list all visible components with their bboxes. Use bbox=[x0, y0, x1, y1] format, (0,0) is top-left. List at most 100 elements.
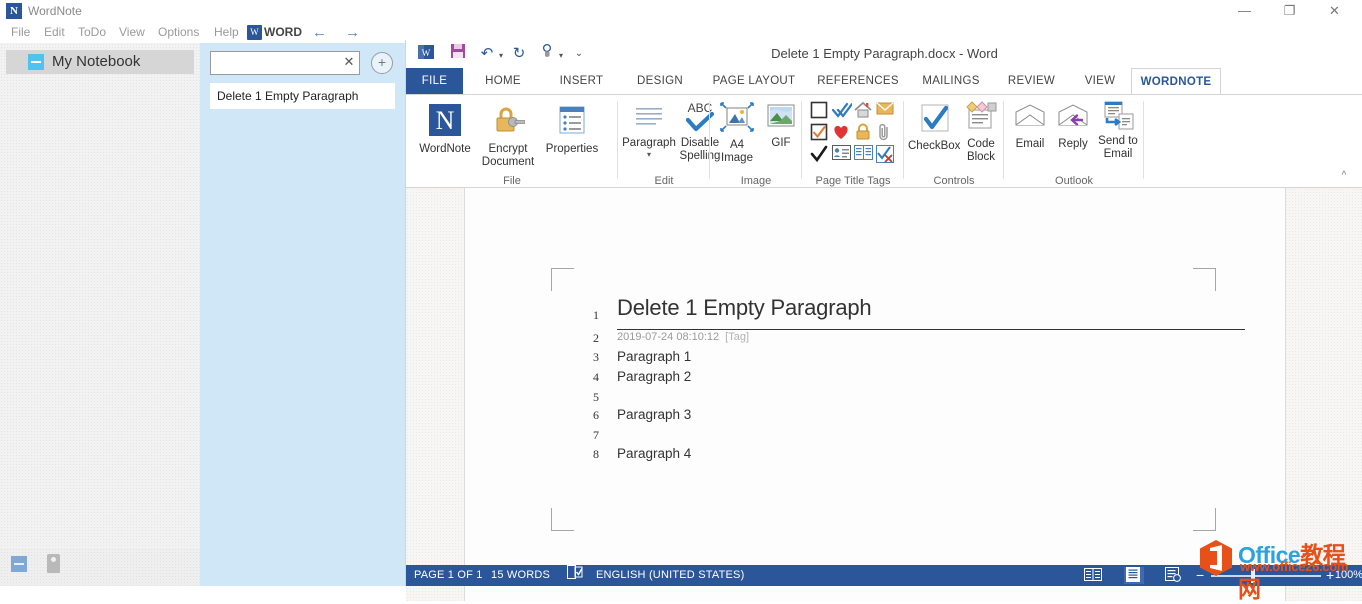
tab-wordnote[interactable]: WORDNOTE bbox=[1131, 68, 1221, 95]
touch-mode-icon[interactable] bbox=[538, 43, 556, 65]
menu-options[interactable]: Options bbox=[152, 22, 205, 43]
properties-button[interactable]: Properties bbox=[541, 103, 603, 156]
email-button-label: Email bbox=[1008, 138, 1052, 151]
customize-qat-icon[interactable]: ⌄ bbox=[572, 43, 586, 65]
lock-key-icon bbox=[478, 103, 538, 140]
line-number: 7 bbox=[583, 428, 599, 443]
email-button[interactable]: Email bbox=[1008, 103, 1052, 151]
tag-checkmark-icon[interactable] bbox=[810, 145, 828, 163]
save-icon[interactable] bbox=[448, 43, 468, 65]
undo-dropdown-icon[interactable]: ▾ bbox=[496, 43, 506, 65]
touch-dropdown-icon[interactable]: ▾ bbox=[556, 43, 566, 65]
line-number: 3 bbox=[583, 350, 599, 365]
notebook-list-item[interactable]: My Notebook bbox=[6, 50, 194, 74]
checkbox-button[interactable]: CheckBox bbox=[908, 103, 960, 153]
redo-icon[interactable]: ↻ bbox=[510, 43, 528, 65]
notebook-icon bbox=[28, 54, 44, 70]
tag-paperclip-icon[interactable] bbox=[876, 123, 894, 141]
read-mode-view-button[interactable] bbox=[1084, 567, 1104, 584]
tag-lock-icon[interactable] bbox=[854, 123, 872, 141]
word-icon: W bbox=[416, 43, 436, 65]
menu-file[interactable]: File bbox=[5, 22, 36, 43]
group-separator bbox=[1143, 101, 1144, 179]
web-layout-view-button[interactable] bbox=[1164, 567, 1184, 584]
send-to-email-label-line1: Send to bbox=[1094, 135, 1142, 148]
tab-design[interactable]: DESIGN bbox=[620, 68, 700, 94]
tag-double-check-icon[interactable] bbox=[832, 101, 850, 119]
collapse-ribbon-button[interactable]: ^ bbox=[1336, 168, 1352, 184]
print-layout-view-button[interactable] bbox=[1124, 567, 1144, 584]
word-switch-button[interactable]: WORD bbox=[264, 22, 302, 43]
tab-file[interactable]: FILE bbox=[406, 68, 463, 94]
back-arrow-icon[interactable]: ← bbox=[312, 22, 327, 43]
search-box[interactable]: ✕ bbox=[210, 51, 360, 75]
gif-button[interactable]: GIF bbox=[760, 101, 802, 150]
chevron-down-icon[interactable]: ▾ bbox=[618, 150, 680, 159]
ribbon-group-tags-label: Page Title Tags bbox=[802, 175, 904, 187]
notebook-icon[interactable] bbox=[11, 556, 27, 572]
tab-view[interactable]: VIEW bbox=[1069, 68, 1131, 94]
wordnote-button[interactable]: N WordNote bbox=[414, 103, 476, 156]
a4-image-button[interactable]: A4 Image bbox=[712, 101, 762, 165]
ribbon: N WordNote Encrypt Document bbox=[406, 94, 1362, 188]
wordnote-maximize-button[interactable]: ❐ bbox=[1267, 0, 1312, 22]
add-page-button[interactable]: + bbox=[371, 52, 393, 74]
paragraph-button[interactable]: Paragraph ▾ bbox=[618, 103, 680, 159]
reply-button[interactable]: Reply bbox=[1050, 103, 1096, 151]
code-block-icon bbox=[959, 101, 1003, 136]
forward-arrow-icon[interactable]: → bbox=[345, 22, 360, 43]
tag-home-icon[interactable] bbox=[854, 101, 872, 119]
tag-unchecked-x-icon[interactable] bbox=[876, 145, 894, 163]
ribbon-tabs: FILE HOME INSERT DESIGN PAGE LAYOUT REFE… bbox=[406, 68, 1362, 94]
tab-page-layout[interactable]: PAGE LAYOUT bbox=[700, 68, 808, 94]
gif-button-label: GIF bbox=[760, 137, 802, 150]
picture-icon bbox=[760, 101, 802, 136]
menu-todo[interactable]: ToDo bbox=[72, 22, 112, 43]
menu-view[interactable]: View bbox=[113, 22, 151, 43]
document-meta: 2019-07-24 08:10:12[Tag] bbox=[617, 331, 749, 343]
ribbon-group-image: A4 Image GIF Image bbox=[710, 95, 802, 188]
ribbon-group-file-label: File bbox=[406, 175, 618, 187]
page-count-status[interactable]: PAGE 1 OF 1 bbox=[414, 565, 483, 586]
notebook-label: My Notebook bbox=[52, 52, 140, 72]
tab-review[interactable]: REVIEW bbox=[994, 68, 1069, 94]
ribbon-group-edit: Paragraph ▾ ABC Disable Spelling Edit bbox=[618, 95, 710, 188]
list-item[interactable]: Delete 1 Empty Paragraph bbox=[217, 87, 358, 105]
watermark: Office教程网 www.office26.com bbox=[1196, 536, 1362, 578]
search-input[interactable] bbox=[214, 53, 338, 74]
tag-book-icon[interactable] bbox=[854, 145, 872, 163]
tag-contact-card-icon[interactable] bbox=[832, 145, 850, 163]
tab-home[interactable]: HOME bbox=[463, 68, 543, 94]
encrypt-document-button[interactable]: Encrypt Document bbox=[478, 103, 538, 169]
document-heading: Delete 1 Empty Paragraph bbox=[617, 295, 871, 321]
wordnote-minimize-button[interactable]: — bbox=[1222, 0, 1267, 22]
tab-mailings[interactable]: MAILINGS bbox=[908, 68, 994, 94]
clear-search-icon[interactable]: ✕ bbox=[342, 54, 356, 70]
ribbon-group-outlook: Email Reply bbox=[1004, 95, 1144, 188]
send-to-email-button[interactable]: Send to Email bbox=[1094, 101, 1142, 161]
wordnote-close-button[interactable]: ✕ bbox=[1312, 0, 1357, 22]
word-icon: W bbox=[247, 25, 262, 40]
tag-envelope-icon[interactable] bbox=[876, 101, 894, 119]
resize-image-icon bbox=[712, 101, 762, 138]
tag-checked-box-icon[interactable] bbox=[810, 123, 828, 141]
language-status[interactable]: ENGLISH (UNITED STATES) bbox=[596, 565, 744, 586]
wordnote-title: WordNote bbox=[28, 3, 82, 19]
word-icon-letter: W bbox=[247, 25, 262, 40]
proofing-icon[interactable] bbox=[566, 565, 584, 586]
tag-heart-icon[interactable] bbox=[832, 123, 850, 141]
undo-icon[interactable]: ↶ bbox=[478, 43, 496, 65]
tab-references[interactable]: REFERENCES bbox=[808, 68, 908, 94]
ribbon-group-image-label: Image bbox=[710, 175, 802, 187]
code-block-label-line1: Code bbox=[959, 138, 1003, 151]
menu-edit[interactable]: Edit bbox=[38, 22, 71, 43]
tag-empty-checkbox-icon[interactable] bbox=[810, 101, 828, 119]
tag-icon[interactable] bbox=[47, 554, 60, 573]
ribbon-group-file: N WordNote Encrypt Document bbox=[406, 95, 618, 188]
margin-marker-top-left bbox=[551, 268, 574, 291]
document-page[interactable]: 1 2 3 4 5 6 7 8 Delete 1 Empty Paragraph… bbox=[464, 188, 1286, 601]
word-count-status[interactable]: 15 WORDS bbox=[491, 565, 550, 586]
tab-insert[interactable]: INSERT bbox=[543, 68, 620, 94]
code-block-button[interactable]: Code Block bbox=[959, 101, 1003, 164]
menu-help[interactable]: Help bbox=[208, 22, 245, 43]
